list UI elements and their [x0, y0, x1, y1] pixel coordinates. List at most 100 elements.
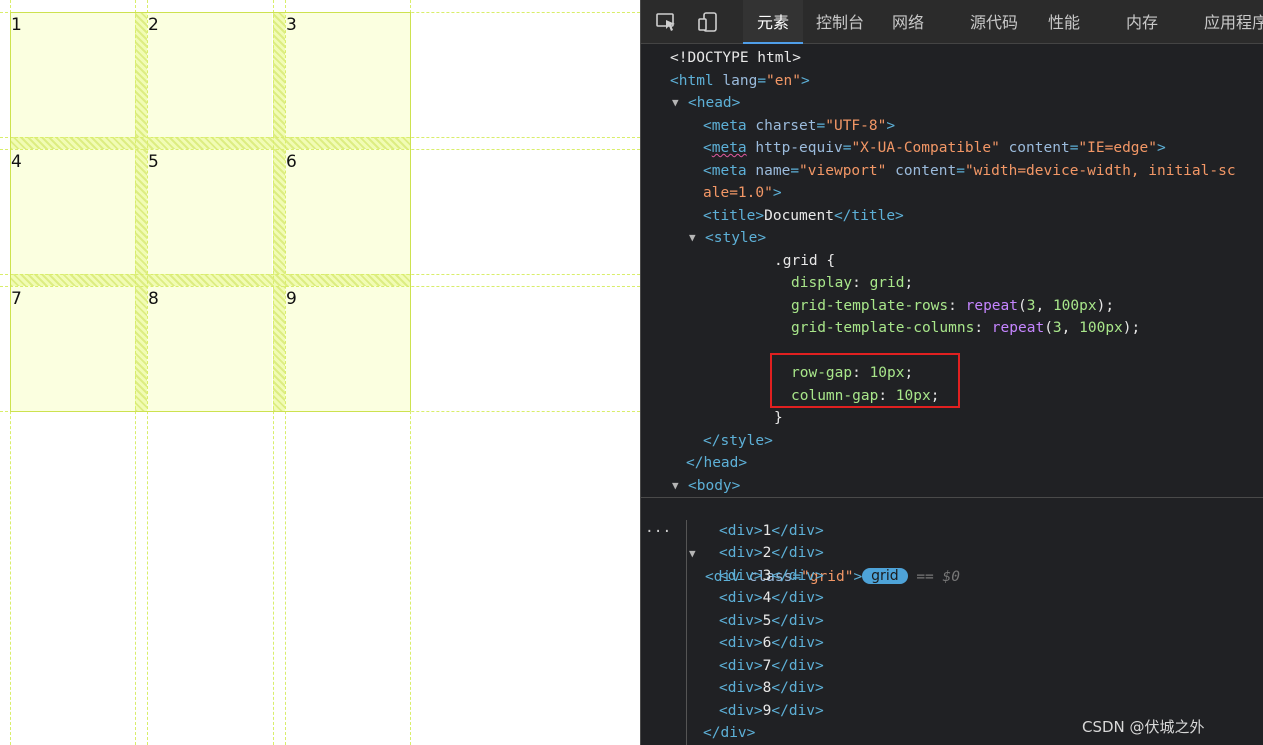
title-text: Document — [764, 207, 834, 224]
dom-node-div-child[interactable]: <div>4</div> — [641, 587, 1263, 610]
grid-border — [10, 12, 11, 411]
dom-node-div-child[interactable]: <div>1</div> — [641, 520, 1263, 543]
grid-border — [10, 12, 410, 13]
column-gap — [135, 12, 147, 411]
tab-performance[interactable]: 性能 — [1048, 0, 1080, 44]
dom-tree: <!DOCTYPE html> <html lang="en"> ▼ <head>… — [641, 44, 1263, 745]
row-gap — [10, 274, 410, 286]
css-number: 3 — [1052, 320, 1062, 336]
dom-node-meta[interactable]: <meta charset="UTF-8"> — [641, 115, 1263, 138]
tab-application[interactable]: 应用程序 — [1204, 0, 1263, 44]
doctype-text: <!DOCTYPE html> — [670, 50, 801, 66]
css-value: grid — [869, 275, 905, 291]
cell-label: 1 — [11, 15, 22, 35]
attr-value: ale=1.0" — [703, 185, 773, 201]
dom-node-doctype[interactable]: <!DOCTYPE html> — [641, 47, 1263, 70]
dom-node-meta[interactable]: <meta name="viewport" content="width=dev… — [641, 160, 1263, 183]
cell-label: 6 — [286, 152, 297, 172]
cell-label: 3 — [286, 15, 297, 35]
tab-sources[interactable]: 源代码 — [970, 0, 1018, 44]
attr-value: "viewport" — [799, 162, 887, 179]
watermark: CSDN @伏城之外 — [1082, 718, 1205, 736]
attr-value: "width=device-width, initial-sc — [964, 162, 1236, 179]
dom-node-style[interactable]: ▼ <style> — [641, 227, 1263, 250]
dom-node-div-child[interactable]: <div>7</div> — [641, 655, 1263, 678]
dom-node-div-grid[interactable]: ··· ▼ <div class="grid"> grid == $0 — [641, 497, 1263, 585]
cell-label: 9 — [286, 289, 297, 309]
devtools-panel: 元素 控制台 网络 源代码 性能 内存 应用程序 <!DOCTYPE html>… — [640, 0, 1263, 745]
grid-cell-6: 6 — [285, 149, 410, 274]
tag-name: <style> — [705, 230, 767, 246]
attr-name: content — [895, 162, 957, 179]
inspect-element-icon[interactable] — [656, 12, 678, 32]
devtools-toolbar: 元素 控制台 网络 源代码 性能 内存 应用程序 — [641, 0, 1263, 44]
css-number: 100px — [1079, 320, 1123, 336]
cell-label: 4 — [11, 152, 22, 172]
css-number: 100px — [1052, 297, 1097, 314]
attr-value: "UTF-8" — [825, 117, 887, 134]
tab-console[interactable]: 控制台 — [816, 0, 864, 44]
grid-cell-9: 9 — [285, 286, 410, 411]
css-selector-text: .grid { — [774, 252, 836, 269]
grid-cell-3: 3 — [285, 12, 410, 137]
cell-label: 5 — [148, 152, 159, 172]
cell-label: 7 — [11, 289, 22, 309]
tab-network[interactable]: 网络 — [892, 0, 924, 44]
column-gap — [273, 12, 285, 411]
tab-elements[interactable]: 元素 — [743, 0, 803, 44]
tag-name: <head> — [688, 95, 741, 111]
grid-line — [0, 286, 640, 287]
grid-cell-7: 7 — [10, 286, 135, 411]
grid-cell-4: 4 — [10, 149, 135, 274]
css-selector: .grid { — [641, 250, 1263, 273]
tag-name: <body> — [688, 477, 741, 494]
dom-node-div-child[interactable]: <div>2</div> — [641, 542, 1263, 565]
attr-value: "IE=edge" — [1078, 140, 1157, 156]
dom-node-head-close: </head> — [686, 455, 748, 471]
device-toolbar-icon[interactable] — [698, 12, 720, 32]
grid-line — [147, 0, 148, 745]
grid-border — [410, 12, 411, 411]
css-function: repeat — [991, 320, 1045, 336]
attr-name: name — [755, 162, 791, 179]
cell-label: 8 — [148, 289, 159, 309]
css-function: repeat — [965, 297, 1018, 314]
dom-node-title[interactable]: <title>Document</title> — [641, 205, 1263, 228]
tab-memory[interactable]: 内存 — [1126, 0, 1158, 44]
dom-node-div-child[interactable]: <div>8</div> — [641, 677, 1263, 700]
grid-line — [0, 137, 640, 138]
grid-cell-2: 2 — [147, 12, 272, 137]
attr-name: http-equiv — [755, 140, 843, 156]
grid-line — [273, 0, 274, 745]
css-declaration: grid-template-rows: repeat(3, 100px); — [791, 297, 1115, 314]
attr-value: "X-UA-Compatible" — [851, 140, 1000, 156]
tag-close: </title> — [833, 207, 904, 224]
dom-node-meta[interactable]: <meta http-equiv="X-UA-Compatible" conte… — [641, 137, 1263, 160]
css-declaration: grid-template-columns: repeat(3, 100px); — [791, 320, 1141, 336]
dom-node-div-child[interactable]: <div>3</div> — [641, 565, 1263, 588]
css-property: grid-template-columns — [791, 320, 975, 336]
attr-value: "en" — [766, 72, 801, 89]
attr-name: charset — [755, 117, 817, 134]
cell-label: 2 — [148, 15, 159, 35]
tag-name: <meta — [703, 117, 747, 134]
grid-line — [135, 0, 136, 745]
css-close-brace: } — [774, 410, 783, 426]
grid-border — [10, 411, 410, 412]
grid-line — [285, 0, 286, 745]
dom-node-html[interactable]: <html lang="en"> — [641, 70, 1263, 93]
dom-node-head[interactable]: ▼ <head> — [641, 92, 1263, 115]
dom-node-div-child[interactable]: <div>5</div> — [641, 610, 1263, 633]
collapse-triangle-icon[interactable]: ▼ — [689, 227, 696, 250]
collapse-triangle-icon[interactable]: ▼ — [672, 92, 679, 115]
grid-line — [0, 149, 640, 150]
tag-name: <html — [670, 72, 714, 89]
css-property: grid-template-rows — [791, 297, 949, 314]
dom-node-div-child[interactable]: <div>6</div> — [641, 632, 1263, 655]
red-highlight-box — [770, 353, 960, 408]
collapse-triangle-icon[interactable]: ▼ — [672, 475, 679, 498]
css-declaration: display: grid; — [791, 275, 914, 291]
tag-name: meta — [711, 140, 747, 156]
tag-name: <meta — [703, 162, 747, 179]
dom-node-body[interactable]: ▼ <body> — [641, 475, 1263, 498]
